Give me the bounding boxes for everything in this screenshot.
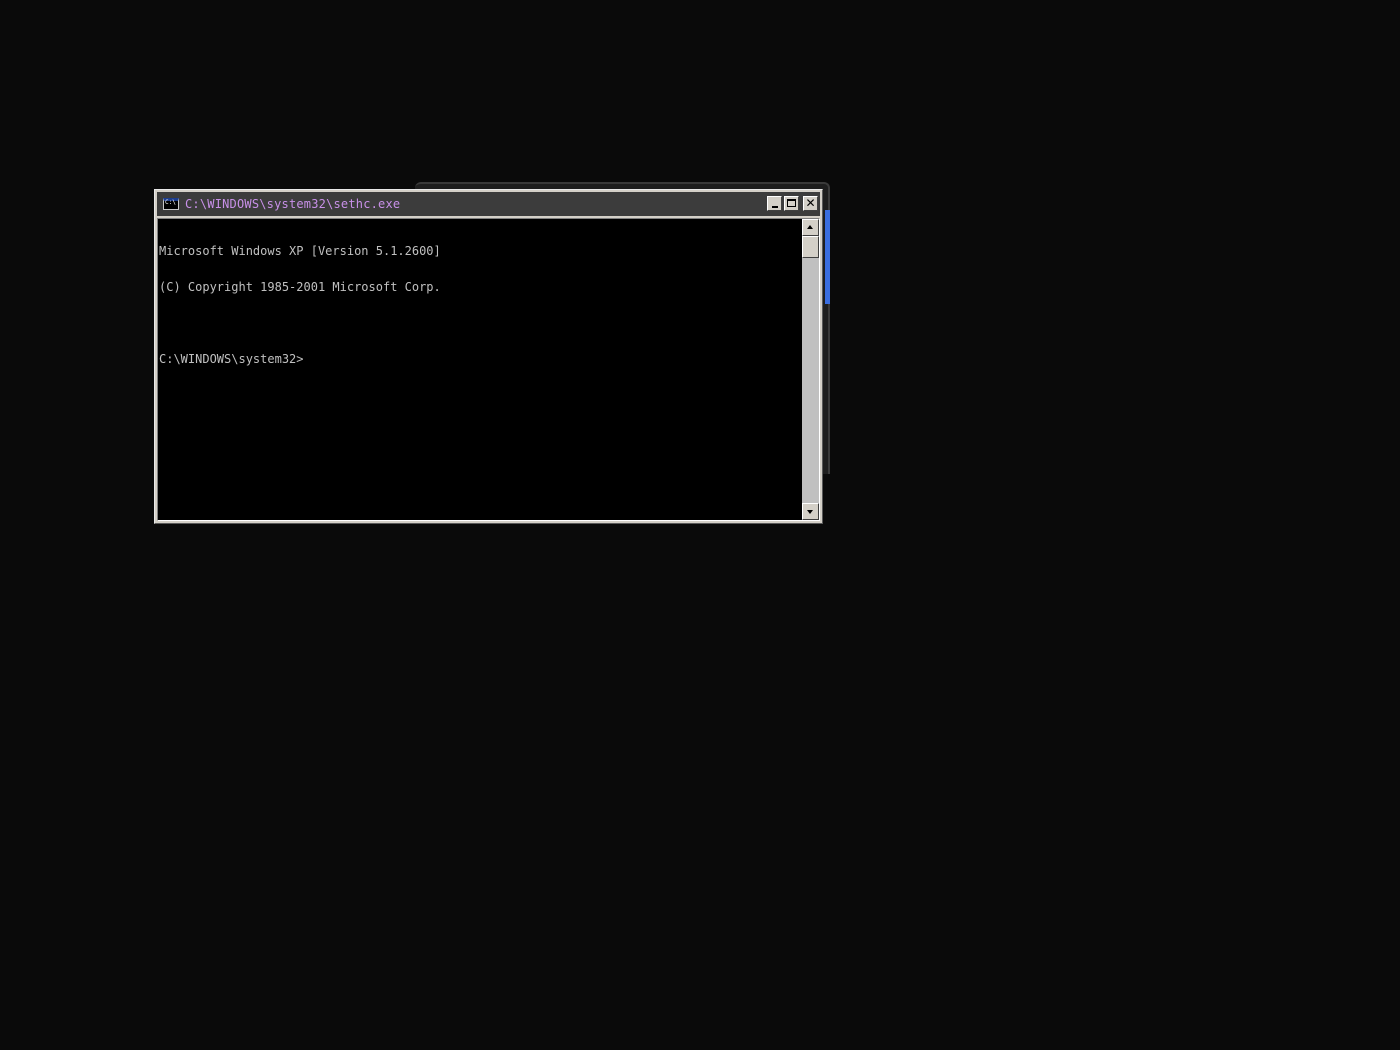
scroll-down-button[interactable] [802, 503, 819, 520]
maximize-button[interactable] [784, 196, 799, 211]
window-title: C:\WINDOWS\system32\sethc.exe [185, 197, 401, 211]
minimize-button[interactable] [767, 196, 782, 211]
title-buttons: ✕ [767, 196, 818, 211]
vertical-scrollbar[interactable] [802, 219, 819, 520]
arrow-up-icon [807, 225, 813, 229]
terminal-prompt: C:\WINDOWS\system32> [159, 352, 304, 366]
console-client-area: Microsoft Windows XP [Version 5.1.2600] … [157, 218, 820, 521]
console-window[interactable]: C:\WINDOWS\system32\sethc.exe ✕ Microsof… [154, 189, 823, 524]
scroll-up-button[interactable] [802, 219, 819, 236]
terminal-line-copyright: (C) Copyright 1985-2001 Microsoft Corp. [159, 280, 441, 294]
terminal-line-version: Microsoft Windows XP [Version 5.1.2600] [159, 244, 441, 258]
arrow-down-icon [807, 510, 813, 514]
console-icon[interactable] [163, 198, 179, 210]
close-button[interactable]: ✕ [803, 196, 818, 211]
terminal-output[interactable]: Microsoft Windows XP [Version 5.1.2600] … [158, 219, 802, 520]
minimize-icon [772, 206, 778, 208]
maximize-icon [787, 199, 796, 207]
title-bar[interactable]: C:\WINDOWS\system32\sethc.exe ✕ [157, 192, 820, 216]
background-window-edge [825, 210, 830, 304]
scrollbar-thumb[interactable] [802, 236, 819, 258]
close-icon: ✕ [805, 196, 816, 210]
desktop: C:\WINDOWS\system32\sethc.exe ✕ Microsof… [0, 0, 1400, 1050]
